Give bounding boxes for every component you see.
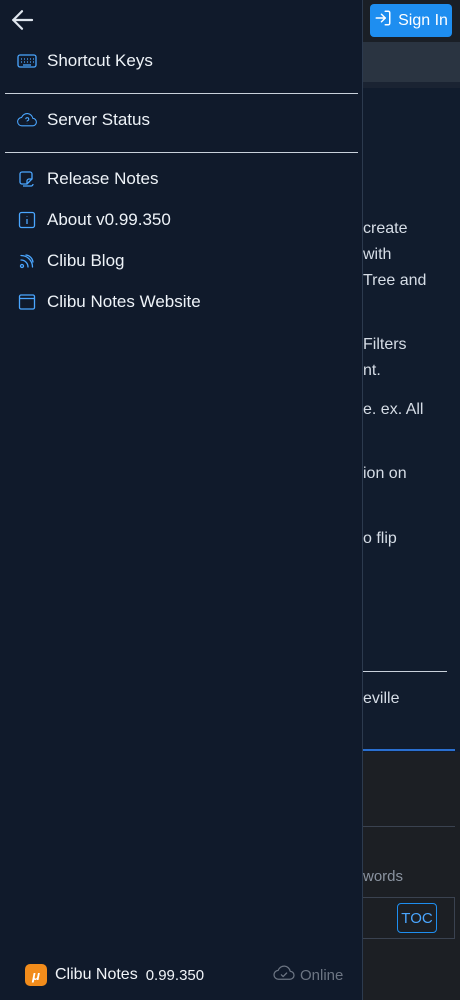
menu-item-label: Server Status [47, 110, 150, 129]
content-text: create [363, 220, 408, 237]
back-arrow-button[interactable] [6, 6, 38, 38]
menu-divider [5, 152, 358, 153]
status-label: Online [300, 966, 344, 984]
content-text: ion on [363, 465, 407, 482]
notes-icon [17, 169, 37, 189]
menu-item-release-notes[interactable]: Release Notes [17, 167, 159, 191]
info-icon [17, 210, 37, 230]
word-count-label: words [363, 868, 404, 885]
sign-in-icon [374, 9, 392, 32]
menu-item-label: Clibu Blog [47, 251, 125, 270]
connection-status: Online [273, 965, 343, 985]
content-underline [363, 749, 455, 751]
arrow-left-icon [7, 5, 37, 40]
menu-divider [5, 93, 358, 94]
app-name: Clibu Notes [55, 966, 138, 983]
menu-item-about[interactable]: About v0.99.350 [17, 208, 171, 232]
content-text: Tree and [363, 272, 427, 289]
cloud-status-icon [17, 110, 37, 130]
toc-button[interactable]: TOC [397, 903, 437, 933]
sign-in-label: Sign In [398, 11, 448, 29]
keyboard-icon [17, 51, 37, 71]
app-version: 0.99.350 [145, 966, 205, 984]
app-logo: μ [25, 964, 47, 986]
menu-item-label: About v0.99.350 [47, 210, 171, 229]
cloud-check-icon [273, 965, 295, 985]
content-text: nt. [363, 362, 381, 379]
content-text: Filters [363, 336, 407, 353]
feed-icon [17, 251, 37, 271]
menu-item-shortcut-keys[interactable]: Shortcut Keys [17, 49, 153, 73]
side-drawer: Shortcut Keys Server Status Release Note… [0, 0, 363, 1000]
menu-item-blog[interactable]: Clibu Blog [17, 249, 125, 273]
browser-window-icon [17, 292, 37, 312]
content-text: with [363, 246, 392, 263]
content-text: e. ex. All [363, 401, 424, 418]
content-divider [363, 671, 447, 672]
sign-in-button[interactable]: Sign In [370, 4, 452, 37]
content-text: eville [363, 690, 400, 707]
menu-item-label: Shortcut Keys [47, 51, 153, 70]
footer-divider [363, 826, 455, 827]
menu-item-label: Release Notes [47, 169, 159, 188]
menu-item-website[interactable]: Clibu Notes Website [17, 290, 201, 314]
content-text: o flip [363, 530, 397, 547]
menu-item-server-status[interactable]: Server Status [17, 108, 150, 132]
app-footer: μ Clibu Notes 0.99.350 [25, 964, 204, 986]
menu-item-label: Clibu Notes Website [47, 292, 201, 311]
